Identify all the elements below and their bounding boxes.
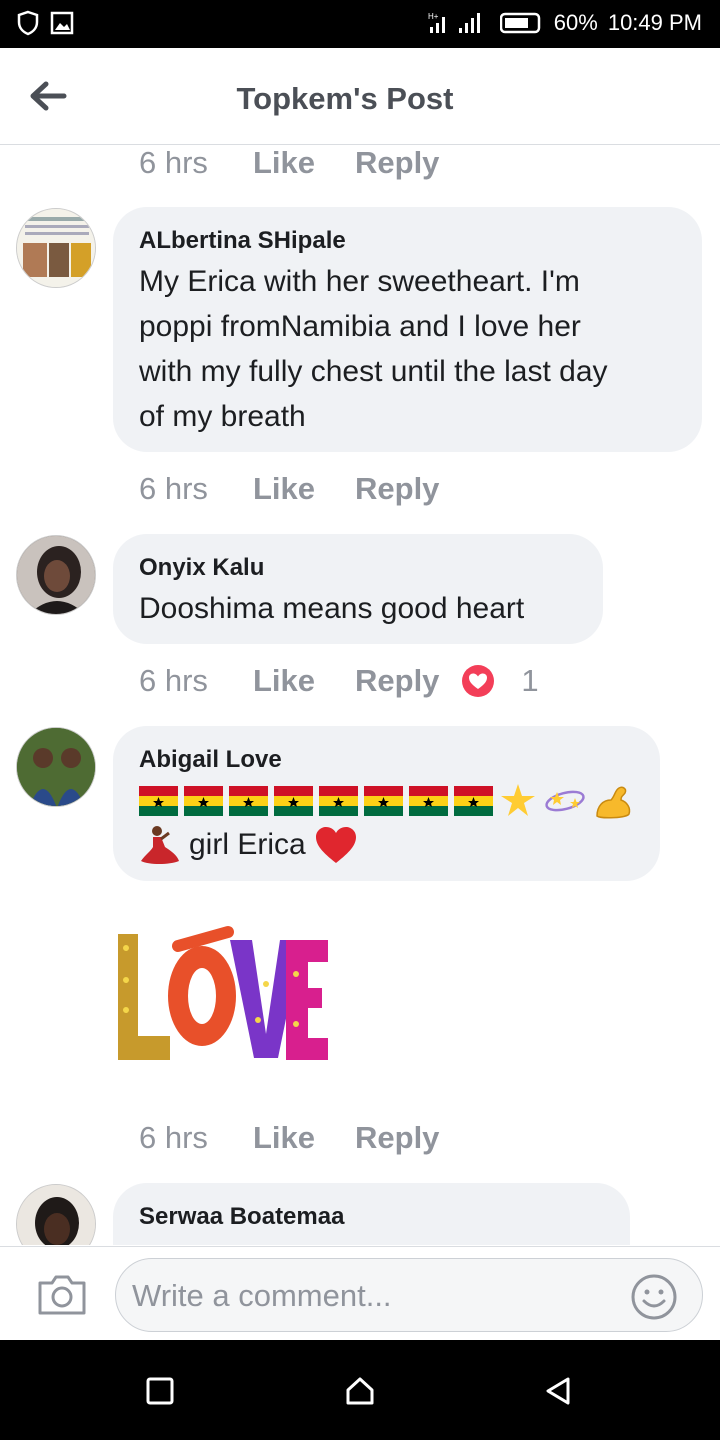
comment-composer — [0, 1246, 720, 1341]
battery-icon — [499, 12, 541, 34]
avatar[interactable] — [16, 535, 96, 615]
image-icon — [50, 11, 74, 35]
flexed-biceps-icon — [596, 786, 631, 819]
comment-time: 6 hrs — [139, 145, 208, 180]
square-icon[interactable] — [145, 1376, 175, 1406]
ghana-flag-icon — [319, 786, 358, 816]
comment-input[interactable] — [130, 1273, 624, 1319]
avatar-image — [17, 536, 95, 614]
comment-field[interactable] — [115, 1258, 703, 1332]
svg-text:H+: H+ — [428, 12, 439, 21]
commenter-name[interactable]: ALbertina SHipale — [139, 225, 676, 257]
comment-actions: 6 hrs Like Reply 1 — [139, 663, 539, 699]
ghana-flag-icon — [184, 786, 223, 816]
dizzy-icon — [545, 790, 585, 812]
reaction-summary[interactable]: 1 — [461, 663, 539, 699]
ghana-flag-icon — [274, 786, 313, 816]
comment-time: 6 hrs — [139, 471, 208, 506]
comment-line: My Erica with her sweetheart. I'm — [139, 265, 580, 298]
battery-level: 60% — [553, 10, 598, 35]
signal-icon: H+ — [428, 12, 480, 33]
app-header: Topkem's Post — [0, 48, 720, 145]
reply-button[interactable]: Reply — [355, 1120, 439, 1156]
comment-time: 6 hrs — [139, 1120, 208, 1155]
comment-actions: 6 hrs Like Reply — [139, 145, 439, 181]
commenter-name[interactable]: Serwaa Boatemaa — [139, 1201, 604, 1233]
camera-icon[interactable] — [36, 1273, 88, 1317]
system-nav-bar — [0, 1340, 720, 1440]
reply-button[interactable]: Reply — [355, 471, 439, 507]
ghana-flag-icon — [139, 786, 178, 816]
like-button[interactable]: Like — [253, 1120, 355, 1156]
commenter-name[interactable]: Onyix Kalu — [139, 552, 577, 584]
comment-line: Dooshima means good heart — [139, 592, 525, 625]
comment-text: girl Erica — [139, 822, 634, 867]
red-heart-icon — [315, 826, 356, 863]
avatar[interactable] — [16, 208, 96, 288]
comment-line: with my fully chest until the last day — [139, 355, 608, 388]
avatar[interactable] — [16, 727, 96, 807]
reply-button[interactable]: Reply — [355, 145, 439, 181]
comment-text: Dooshima means good heart — [139, 586, 577, 631]
comment-text: My Erica with her sweetheart. I'm poppi … — [139, 259, 676, 439]
commenter-name[interactable]: Abigail Love — [139, 744, 634, 776]
comment-actions: 6 hrs Like Reply — [139, 1120, 439, 1156]
comment-bubble[interactable]: Abigail Love girl Erica — [113, 726, 660, 881]
reply-button[interactable]: Reply — [355, 663, 439, 699]
love-sticker-image — [118, 926, 328, 1060]
comment-bubble[interactable]: Serwaa Boatemaa — [113, 1183, 630, 1245]
glowing-star-icon — [501, 784, 535, 816]
ghana-flag-icon — [364, 786, 403, 816]
comment-line: girl Erica — [189, 828, 306, 861]
avatar-image — [17, 1185, 95, 1245]
avatar-image — [17, 209, 95, 287]
ghana-flag-icon — [409, 786, 448, 816]
like-button[interactable]: Like — [253, 145, 355, 181]
page-title: Topkem's Post — [236, 81, 454, 116]
shield-icon — [17, 10, 39, 36]
home-icon[interactable] — [345, 1376, 375, 1406]
status-bar: H+ 60% 10:49 PM — [0, 0, 720, 48]
comment-time: 6 hrs — [139, 663, 208, 698]
comment-actions: 6 hrs Like Reply — [139, 471, 439, 507]
avatar[interactable] — [16, 1184, 96, 1245]
comment-bubble[interactable]: ALbertina SHipale My Erica with her swee… — [113, 207, 702, 452]
like-button[interactable]: Like — [253, 471, 355, 507]
ghana-flag-icon — [454, 786, 493, 816]
love-sticker[interactable] — [118, 924, 330, 1069]
dancer-icon — [141, 825, 179, 864]
like-button[interactable]: Like — [253, 663, 355, 699]
emoji-row — [139, 782, 634, 820]
love-reaction-icon — [462, 665, 495, 697]
avatar-image — [17, 728, 95, 806]
comment-line: of my breath — [139, 400, 306, 433]
clock: 10:49 PM — [607, 10, 702, 35]
ghana-flag-icon — [229, 786, 268, 816]
smiley-icon[interactable] — [630, 1273, 678, 1321]
comment-bubble[interactable]: Onyix Kalu Dooshima means good heart — [113, 534, 603, 644]
comment-line: poppi fromNamibia and I love her — [139, 310, 581, 343]
comments-list[interactable]: 6 hrs Like Reply ALbertina SHipale My Er… — [0, 145, 720, 1245]
reaction-count: 1 — [521, 663, 539, 698]
back-triangle-icon[interactable] — [543, 1376, 573, 1406]
